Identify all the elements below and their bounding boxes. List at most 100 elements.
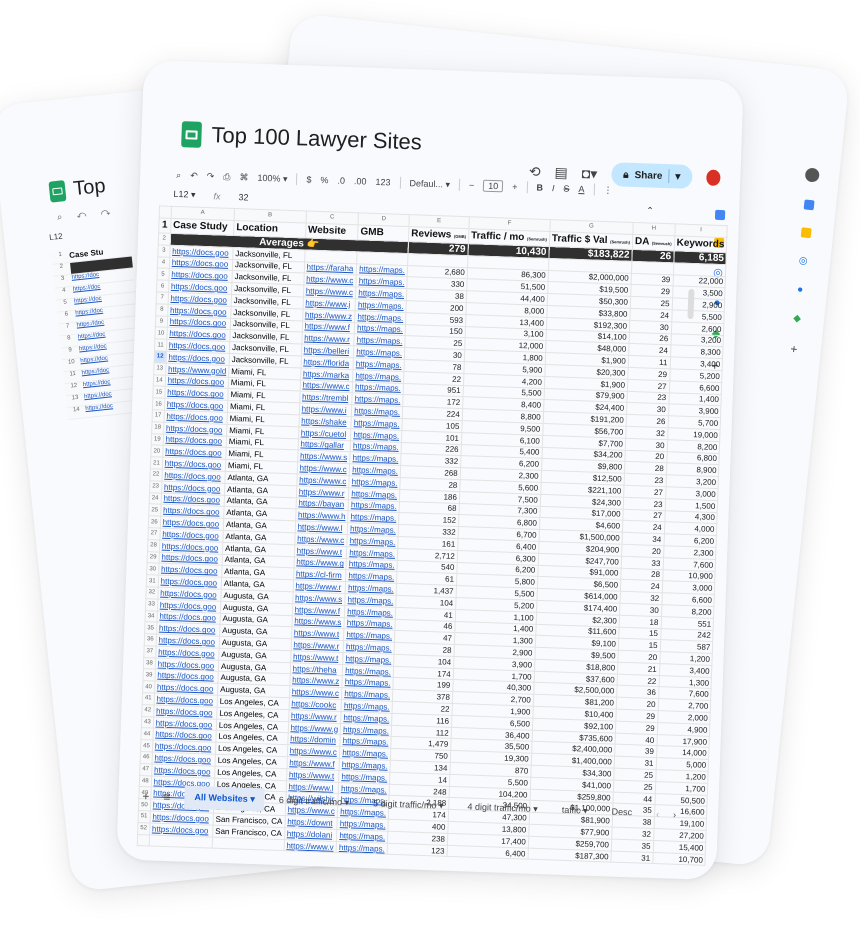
text-color-button[interactable]: A	[578, 184, 584, 194]
share-button[interactable]: 🔒︎ Share ▾	[610, 162, 693, 189]
all-sheets-button[interactable]: ≡	[163, 789, 170, 803]
row-number[interactable]: 8	[155, 303, 168, 316]
row-number[interactable]: 27	[147, 527, 160, 540]
row-number[interactable]: 45	[140, 739, 153, 753]
calendar-icon[interactable]	[714, 209, 726, 221]
row-number[interactable]: 7	[156, 291, 169, 305]
row-number[interactable]: 5	[156, 268, 170, 281]
calendar-icon[interactable]	[803, 199, 815, 211]
keep-icon[interactable]	[800, 227, 812, 239]
font-select[interactable]: Defaul... ▾	[409, 178, 450, 190]
row-number[interactable]: 15	[152, 386, 165, 399]
row-number[interactable]: 16	[152, 397, 165, 411]
row-number[interactable]: 31	[146, 574, 159, 587]
header-da[interactable]: DA (Semrush)	[632, 234, 675, 251]
header-gmb[interactable]: GMB	[357, 224, 410, 242]
row-number[interactable]: 34	[145, 610, 158, 623]
row-number[interactable]: 21	[150, 456, 163, 470]
row-number[interactable]: 25	[148, 504, 161, 517]
zoom-select[interactable]: 100% ▾	[257, 172, 287, 184]
profile-avatar-icon[interactable]	[804, 167, 820, 183]
row-number[interactable]: 6	[156, 280, 169, 293]
row-number[interactable]: 40	[142, 680, 155, 694]
row-number[interactable]: 17	[152, 409, 165, 422]
row-number[interactable]: 10	[154, 327, 167, 340]
tab-all-websites[interactable]: All Websites ▾	[184, 785, 266, 812]
undo-icon[interactable]: ↶	[190, 170, 198, 181]
row-number[interactable]: 26	[148, 515, 161, 529]
search-menus-icon[interactable]: ⌕	[176, 169, 181, 180]
row-number[interactable]: 20	[150, 445, 163, 458]
row-number[interactable]: 3	[157, 244, 170, 257]
tab-scroll-left-icon[interactable]: ‹	[656, 809, 659, 819]
row-number[interactable]: 28	[147, 539, 160, 552]
row-number[interactable]: 36	[144, 633, 157, 646]
row-number[interactable]: 47	[139, 763, 152, 776]
row-number[interactable]: 2	[158, 232, 171, 246]
row-number[interactable]: 30	[146, 562, 159, 576]
decrease-decimal-button[interactable]: .0	[337, 176, 345, 186]
add-addon-icon[interactable]: +	[790, 342, 798, 357]
location-cell[interactable]	[212, 836, 285, 852]
row-number[interactable]: 13	[153, 362, 166, 375]
row-number[interactable]	[137, 834, 150, 847]
italic-button[interactable]: I	[552, 183, 555, 193]
more-formats-button[interactable]: 123	[375, 177, 390, 188]
more-options-button[interactable]: ⋮	[603, 184, 612, 195]
row-number[interactable]: 38	[143, 657, 156, 670]
add-sheet-button[interactable]: +	[142, 789, 149, 803]
share-dropdown-icon[interactable]: ▾	[675, 171, 680, 182]
tab-desc[interactable]: Desc	[601, 800, 642, 824]
maps-icon[interactable]: ◆	[793, 313, 802, 325]
select-all-corner[interactable]	[159, 205, 172, 219]
tab-taffic[interactable]: taffic ▾	[551, 798, 598, 823]
traffic-cell[interactable]: 6,400	[446, 844, 529, 860]
increase-font-size-button[interactable]: +	[512, 182, 518, 192]
row-number[interactable]: 42	[141, 704, 154, 717]
row-number[interactable]: 41	[142, 692, 155, 705]
meet-icon[interactable]: ◘▾	[582, 165, 598, 183]
website-link[interactable]: https://www.v	[283, 839, 337, 853]
bold-button[interactable]: B	[536, 183, 543, 193]
row-number[interactable]: 12	[154, 350, 167, 363]
row-number[interactable]: 35	[144, 621, 157, 635]
collapse-toolbar-icon[interactable]: ⌃	[646, 205, 654, 216]
history-icon[interactable]: ⟲	[529, 163, 541, 180]
name-box[interactable]: L12 ▾	[173, 189, 195, 201]
row-number[interactable]: 24	[149, 492, 162, 505]
row-number[interactable]: 46	[140, 751, 153, 764]
row-number[interactable]: 23	[149, 480, 162, 493]
row-number[interactable]: 4	[157, 256, 170, 269]
row-number[interactable]: 11	[154, 338, 167, 352]
tasks-icon[interactable]: ◎	[798, 255, 808, 267]
row-number[interactable]: 43	[141, 716, 154, 729]
row-number[interactable]: 29	[147, 551, 160, 564]
row-number[interactable]: 52	[137, 822, 150, 835]
row-number[interactable]: 18	[151, 421, 164, 434]
tab-5-digit-traffic-mo[interactable]: 5 digit traffic/mo ▾	[363, 792, 454, 818]
percent-format-button[interactable]: %	[320, 175, 328, 185]
sheets-logo-icon[interactable]	[181, 121, 203, 148]
tab-scroll-right-icon[interactable]: ›	[673, 809, 676, 819]
keywords-cell[interactable]: 10,700	[652, 852, 706, 866]
row-number[interactable]: 9	[155, 315, 168, 328]
print-icon[interactable]: ⎙	[223, 171, 231, 182]
row-number[interactable]: 22	[149, 468, 163, 481]
row-number[interactable]: 39	[142, 669, 156, 682]
row-number[interactable]: 44	[140, 728, 153, 741]
da-cell[interactable]: 31	[610, 850, 653, 864]
tab-4-digit-traffic-mo[interactable]: 4 digit traffic/mo ▾	[457, 795, 548, 821]
contacts-icon[interactable]: ●	[797, 284, 804, 296]
decrease-font-size-button[interactable]: −	[469, 180, 475, 190]
currency-format-button[interactable]: $	[306, 175, 311, 185]
row-number[interactable]: 37	[143, 645, 156, 658]
font-size-input[interactable]: 10	[483, 179, 504, 193]
traffic-value-cell[interactable]: $187,300	[527, 847, 612, 863]
comment-icon[interactable]: ▤	[554, 164, 568, 181]
gmb-link[interactable]: https://maps.	[336, 841, 388, 855]
doc-title[interactable]: Top 100 Lawyer Sites	[211, 122, 422, 155]
increase-decimal-button[interactable]: .00	[354, 176, 367, 186]
reviews-cell[interactable]: 123	[387, 842, 448, 857]
row-number[interactable]: 14	[153, 374, 166, 387]
row-number[interactable]: 33	[145, 598, 158, 611]
